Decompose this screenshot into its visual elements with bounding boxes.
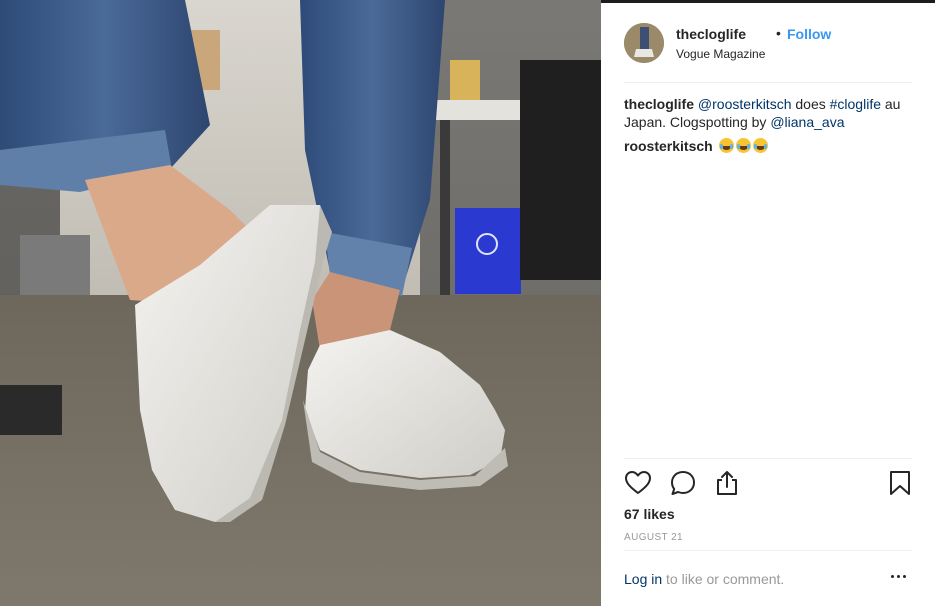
avatar[interactable] <box>624 23 664 63</box>
heart-icon <box>625 471 651 494</box>
comment-username[interactable]: roosterkitsch <box>624 138 713 154</box>
more-options-dot <box>903 575 906 578</box>
actions-divider <box>624 458 912 459</box>
footer-divider <box>624 550 912 551</box>
post-date[interactable]: AUGUST 21 <box>624 532 683 543</box>
caption-text-1: does <box>791 96 830 112</box>
likes-count[interactable]: 67 likes <box>624 506 675 522</box>
post-side-panel: thecloglife • Follow Vogue Magazine thec… <box>601 0 935 606</box>
tears-of-joy-emoji-icon <box>752 138 768 153</box>
follow-button[interactable]: Follow <box>787 26 831 42</box>
comment-button[interactable] <box>669 469 697 502</box>
save-button[interactable] <box>888 469 912 502</box>
comment-icon <box>671 471 695 495</box>
share-icon <box>717 471 737 495</box>
post-photo[interactable] <box>0 0 601 606</box>
caption: thecloglife @roosterkitsch does #cloglif… <box>624 95 909 131</box>
comments-section: thecloglife @roosterkitsch does #cloglif… <box>624 95 909 155</box>
tears-of-joy-emoji-icon <box>718 138 734 153</box>
login-link[interactable]: Log in <box>624 571 662 587</box>
bookmark-icon <box>890 471 910 495</box>
post-header: thecloglife • Follow Vogue Magazine <box>624 23 912 83</box>
avatar-image <box>624 23 664 63</box>
photo-image <box>0 0 601 606</box>
hashtag-cloglife[interactable]: #cloglife <box>830 96 881 112</box>
login-prompt: Log in to like or comment. <box>624 571 784 587</box>
post-author-username[interactable]: thecloglife <box>676 26 746 42</box>
like-button[interactable] <box>624 469 652 502</box>
tears-of-joy-emoji-icon <box>735 138 751 153</box>
post-location[interactable]: Vogue Magazine <box>676 47 765 61</box>
mention-roosterkitsch[interactable]: @roosterkitsch <box>698 96 792 112</box>
separator-dot: • <box>776 25 781 41</box>
mention-liana-ava[interactable]: @liana_ava <box>770 114 844 130</box>
more-options-button[interactable] <box>889 569 909 583</box>
login-prompt-text: to like or comment. <box>662 571 785 587</box>
more-options-dot <box>897 575 900 578</box>
share-button[interactable] <box>713 469 741 502</box>
more-options-icon <box>891 575 894 578</box>
comment-item: roosterkitsch <box>624 137 909 155</box>
caption-username[interactable]: thecloglife <box>624 96 694 112</box>
